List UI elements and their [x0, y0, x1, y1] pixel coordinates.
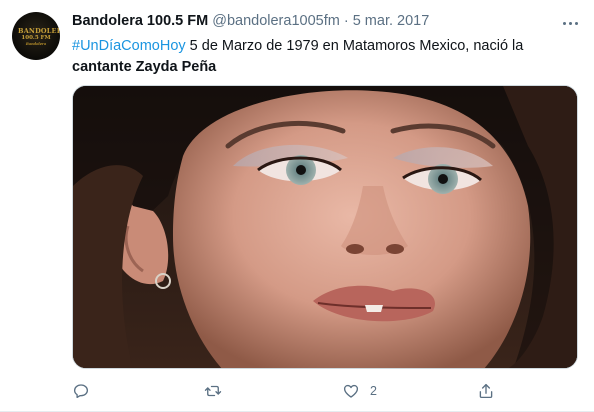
separator-dot: · [343, 13, 349, 29]
tweet-card[interactable]: BANDOLERA 100.5 FM Bandolera Bandolera 1… [0, 0, 594, 412]
tweet-actions: 2 [72, 380, 578, 402]
avatar-logo-text: BANDOLERA [18, 27, 60, 35]
more-options-icon[interactable] [560, 13, 580, 33]
tweet-date[interactable]: 5 mar. 2017 [353, 13, 430, 29]
author-handle[interactable]: @bandolera1005fm [212, 13, 340, 29]
avatar-logo-script: Bandolera [25, 42, 47, 46]
avatar[interactable]: BANDOLERA 100.5 FM Bandolera [12, 12, 60, 60]
tweet-text: #UnDíaComoHoy 5 de Marzo de 1979 en Mata… [72, 36, 572, 78]
retweet-button[interactable] [204, 380, 222, 402]
share-icon [479, 383, 493, 399]
tweet-photo[interactable] [72, 85, 578, 369]
avatar-logo-frequency: 100.5 FM [21, 35, 51, 41]
heart-icon [343, 384, 359, 398]
share-button[interactable] [477, 380, 495, 402]
retweet-icon [204, 385, 222, 397]
reply-button[interactable] [72, 380, 90, 402]
tweet-text-bold: cantante Zayda Peña [72, 59, 217, 75]
tweet-header: Bandolera 100.5 FM @bandolera1005fm · 5 … [72, 13, 429, 29]
reply-icon [73, 384, 89, 399]
like-button[interactable]: 2 [342, 380, 377, 402]
author-name[interactable]: Bandolera 100.5 FM [72, 13, 208, 29]
tweet-text-body: 5 de Marzo de 1979 en Matamoros Mexico, … [185, 38, 524, 54]
photo-of-woman-face [73, 86, 577, 368]
hashtag-link[interactable]: #UnDíaComoHoy [72, 38, 186, 54]
like-count: 2 [370, 384, 377, 398]
